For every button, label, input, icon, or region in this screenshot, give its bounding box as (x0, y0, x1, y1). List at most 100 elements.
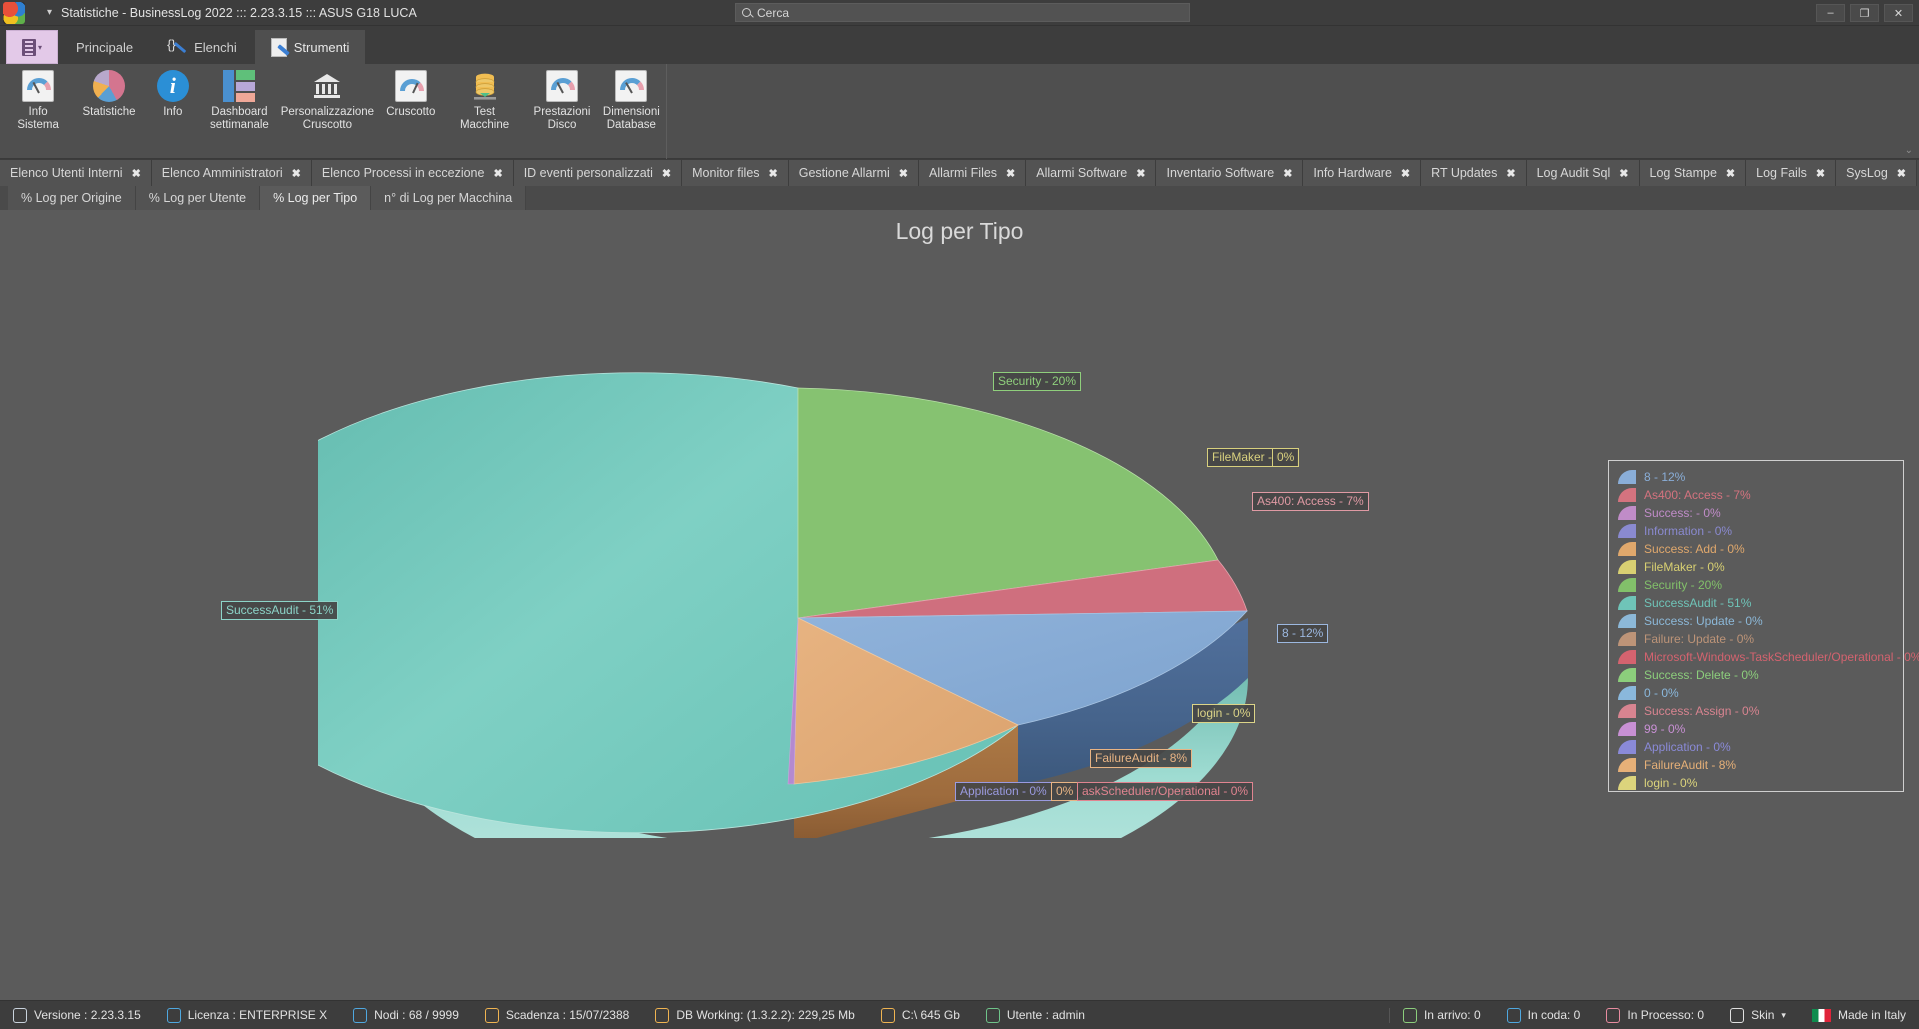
close-icon[interactable]: ✖ (292, 167, 301, 180)
window-title: Statistiche - BusinessLog 2022 ::: 2.23.… (61, 6, 417, 20)
document-tab-log-audit-sql[interactable]: Log Audit Sql✖ (1527, 160, 1640, 186)
bank-icon (311, 70, 343, 102)
close-icon[interactable]: ✖ (899, 167, 908, 180)
legend-swatch-icon (1618, 560, 1636, 574)
download-arrow-icon (1403, 1008, 1417, 1023)
legend-item: FileMaker - 0% (1618, 558, 1894, 576)
document-tab-allarmi-software[interactable]: Allarmi Software✖ (1026, 160, 1156, 186)
legend-swatch-icon (1618, 488, 1636, 502)
file-menu-button[interactable]: ▾ (6, 30, 58, 64)
legend-label: Microsoft-Windows-TaskScheduler/Operatio… (1644, 650, 1919, 664)
ribbon-button-label: Dashboard settimanale (210, 106, 269, 132)
close-icon[interactable]: ✖ (1401, 167, 1410, 180)
legend-label: 0 - 0% (1644, 686, 1679, 700)
ribbon-button-label: Statistiche (82, 106, 135, 119)
status-item-label: C:\ 645 Gb (902, 1008, 960, 1022)
ribbon-button-label: Dimensioni Database (603, 106, 660, 132)
document-tab-elenco-utenti-interni[interactable]: Elenco Utenti Interni ✖ (0, 160, 152, 186)
ribbon-tab-strumenti[interactable]: Strumenti (255, 30, 366, 64)
status-item-label: Made in Italy (1838, 1008, 1906, 1022)
legend-label: Application - 0% (1644, 740, 1731, 754)
close-icon[interactable]: ✖ (1283, 167, 1292, 180)
ribbon-button-statistiche[interactable]: Statistiche (76, 70, 142, 119)
close-button[interactable]: ✕ (1884, 4, 1913, 22)
drive-icon (881, 1008, 895, 1023)
close-icon[interactable]: ✖ (1006, 167, 1015, 180)
pie-chart-icon (93, 70, 125, 102)
pie-data-label: 0% (1272, 448, 1299, 467)
document-tab-gestione-allarmi[interactable]: Gestione Allarmi✖ (789, 160, 919, 186)
status-item-label: Versione : 2.23.3.15 (34, 1008, 141, 1022)
document-tab-inventario-software[interactable]: Inventario Software✖ (1156, 160, 1303, 186)
document-tab-label: Elenco Utenti Interni (10, 166, 123, 180)
status-item-database: DB Working: (1.3.2.2): 229,25 Mb (642, 1008, 868, 1023)
ribbon-tab-elenchi[interactable]: {} Elenchi (151, 30, 253, 64)
gauge-dial-icon (395, 70, 427, 102)
legend-label: Failure: Update - 0% (1644, 632, 1754, 646)
pie-data-label: askScheduler/Operational - 0% (1077, 782, 1253, 801)
sub-tab-log-per-origine[interactable]: % Log per Origine (8, 186, 136, 210)
document-tab-label: Monitor files (692, 166, 759, 180)
document-tab-elenco-amministratori[interactable]: Elenco Amministratori✖ (152, 160, 312, 186)
legend-item: Application - 0% (1618, 738, 1894, 756)
document-tab-id-eventi-personalizzati[interactable]: ID eventi personalizzati✖ (514, 160, 682, 186)
pie-data-label: SuccessAudit - 51% (221, 601, 338, 620)
legend-item: Success: Add - 0% (1618, 540, 1894, 558)
status-item-label: Skin (1751, 1008, 1774, 1022)
sub-tab-log-per-utente[interactable]: % Log per Utente (136, 186, 260, 210)
legend-label: Success: Assign - 0% (1644, 704, 1759, 718)
close-icon[interactable]: ✖ (1506, 167, 1515, 180)
ribbon-button-personalizzazione-cruscotto[interactable]: Personalizzazione Cruscotto (275, 70, 380, 132)
sub-tab-n-di-log-per-macchina[interactable]: n° di Log per Macchina (371, 186, 526, 210)
status-item-skin[interactable]: Skin ▾ (1717, 1008, 1799, 1023)
search-input[interactable]: Cerca (735, 3, 1190, 22)
quick-access-caret-icon[interactable]: ▾ (47, 7, 52, 18)
minimize-button[interactable]: – (1816, 4, 1845, 22)
document-tab-allarmi-files[interactable]: Allarmi Files✖ (919, 160, 1026, 186)
document-tab-label: Log Stampe (1650, 166, 1717, 180)
ribbon-tab-principale[interactable]: Principale (60, 30, 149, 64)
ribbon-button-test-macchine[interactable]: Test Macchine (442, 70, 528, 132)
ribbon-button-dimensioni-database[interactable]: Dimensioni Database (597, 70, 666, 132)
ribbon-button-cruscotto[interactable]: Cruscotto (380, 70, 442, 119)
close-icon[interactable]: ✖ (1136, 167, 1145, 180)
close-icon[interactable]: ✖ (1897, 167, 1906, 180)
close-icon[interactable]: ✖ (493, 167, 502, 180)
close-icon[interactable]: ✖ (1619, 167, 1628, 180)
disk-gauge-icon (546, 70, 578, 102)
ribbon-button-info[interactable]: i Info (142, 70, 204, 119)
ribbon-tab-label: Principale (76, 40, 133, 55)
db-size-icon (615, 70, 647, 102)
legend-swatch-icon (1618, 524, 1636, 538)
ribbon-button-prestazioni-disco[interactable]: Prestazioni Disco (527, 70, 596, 132)
close-icon[interactable]: ✖ (662, 167, 671, 180)
status-item-queue-gear: In coda: 0 (1494, 1008, 1594, 1023)
title-bar: ▾ Statistiche - BusinessLog 2022 ::: 2.2… (0, 0, 1919, 26)
close-icon[interactable]: ✖ (1726, 167, 1735, 180)
chevron-down-icon[interactable]: ▾ (1781, 1010, 1786, 1021)
document-tab-label: SysLog (1846, 166, 1888, 180)
close-icon[interactable]: ✖ (1816, 167, 1825, 180)
legend-label: 8 - 12% (1644, 470, 1685, 484)
status-item-version: Versione : 2.23.3.15 (0, 1008, 154, 1023)
close-icon[interactable]: ✖ (132, 167, 141, 180)
document-tab-monitor-files[interactable]: Monitor files ✖ (682, 160, 789, 186)
ribbon-button-info-sistema[interactable]: Info Sistema (0, 70, 76, 132)
restore-button[interactable]: ❐ (1850, 4, 1879, 22)
legend-label: As400: Access - 7% (1644, 488, 1751, 502)
legend-item: Information - 0% (1618, 522, 1894, 540)
ribbon-button-label: Test Macchine (449, 106, 521, 132)
document-tab-elenco-processi-in-eccezione[interactable]: Elenco Processi in eccezione✖ (312, 160, 514, 186)
document-tab-info-hardware[interactable]: Info Hardware✖ (1303, 160, 1421, 186)
ribbon-tab-strip: ▾ Principale {} Elenchi Strumenti (0, 26, 1919, 64)
document-tab-log-fails[interactable]: Log Fails✖ (1746, 160, 1836, 186)
document-wrench-icon (271, 38, 287, 57)
document-tab-rt-updates[interactable]: RT Updates✖ (1421, 160, 1526, 186)
document-tab-log-stampe[interactable]: Log Stampe ✖ (1640, 160, 1747, 186)
ribbon-button-dashboard-settimanale[interactable]: Dashboard settimanale (204, 70, 275, 132)
chart-title: Log per Tipo (0, 218, 1919, 245)
close-icon[interactable]: ✖ (769, 167, 778, 180)
sub-tab-log-per-tipo[interactable]: % Log per Tipo (260, 186, 371, 210)
ribbon-collapse-icon[interactable]: ⌄ (1905, 145, 1913, 156)
document-tab-syslog[interactable]: SysLog ✖ (1836, 160, 1917, 186)
